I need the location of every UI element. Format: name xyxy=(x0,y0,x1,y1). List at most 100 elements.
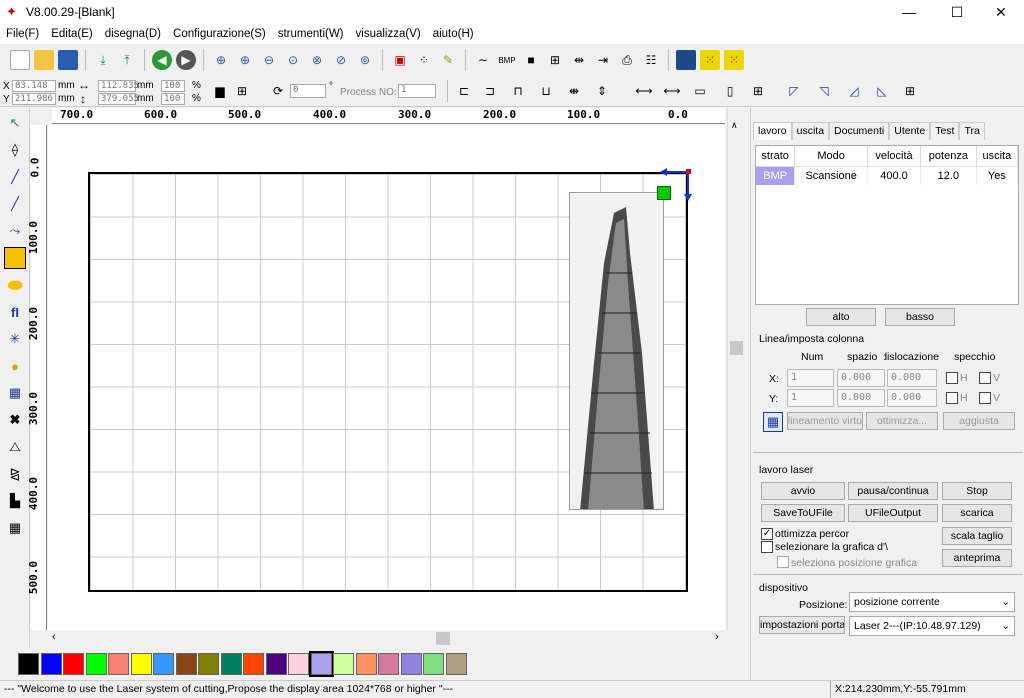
table-row[interactable]: BMP Scansione 400.0 12.0 Yes xyxy=(756,166,1019,185)
properties-icon[interactable]: ☷ xyxy=(641,50,661,70)
color-swatch[interactable] xyxy=(40,653,62,675)
scale-x-input[interactable]: 100 xyxy=(161,80,185,92)
layer-cell[interactable]: BMP xyxy=(756,166,796,185)
zoom-page-icon[interactable]: ⊘ xyxy=(331,50,351,70)
grid-dots-icon[interactable]: ⁙ xyxy=(700,50,720,70)
delete-icon[interactable]: ✖ xyxy=(4,409,26,431)
download-button[interactable]: scarica xyxy=(942,504,1012,522)
same-width-icon[interactable]: ⟷ xyxy=(634,81,654,101)
grid-align-icon[interactable]: ⊞ xyxy=(748,81,768,101)
tab-documenti[interactable]: Documenti xyxy=(829,122,890,140)
virtual-array-button[interactable]: allineamento virtu xyxy=(787,412,863,430)
color-swatch[interactable] xyxy=(220,653,242,675)
vscroll-thumb[interactable] xyxy=(730,341,743,355)
save-u-file-button[interactable]: SaveToUFile xyxy=(761,504,845,522)
array-x-space-input[interactable]: 0.000 xyxy=(837,369,885,387)
square-icon[interactable]: ■ xyxy=(521,50,541,70)
y-position-input[interactable]: 211.986 xyxy=(12,93,56,105)
process-no-input[interactable]: 1 xyxy=(398,84,436,98)
open-folder-icon[interactable] xyxy=(34,50,54,70)
color-swatch[interactable] xyxy=(308,651,334,677)
menu-tools[interactable]: strumenti(W) xyxy=(272,28,350,40)
same-size-icon[interactable]: ▭ xyxy=(690,81,710,101)
power-cell[interactable]: 12.0 xyxy=(920,166,977,185)
menu-help[interactable]: aiuto(H) xyxy=(427,28,480,40)
align-left-icon[interactable]: ⊏ xyxy=(454,81,474,101)
color-swatch[interactable] xyxy=(378,653,399,675)
menu-config[interactable]: Configurazione(S) xyxy=(167,28,272,40)
hscroll-thumb[interactable] xyxy=(436,632,450,645)
color-swatch[interactable] xyxy=(175,653,197,675)
preview-button[interactable]: anteprima xyxy=(942,549,1012,567)
bitmap-icon[interactable]: BMP xyxy=(497,50,517,70)
stop-button[interactable]: Stop xyxy=(942,482,1012,500)
array-grid-icon[interactable]: ▦ xyxy=(763,412,783,432)
scale-cut-button[interactable]: scala taglio xyxy=(942,527,1012,545)
speed-cell[interactable]: 400.0 xyxy=(867,166,922,185)
import-icon[interactable]: ⤓ xyxy=(93,50,113,70)
color-swatch[interactable] xyxy=(85,653,107,675)
zoom-out-icon[interactable]: ⊖ xyxy=(259,50,279,70)
color-swatch[interactable] xyxy=(445,653,467,675)
color-swatch[interactable] xyxy=(18,653,39,675)
output-cell[interactable]: Yes xyxy=(976,166,1019,185)
ellipse-icon[interactable]: ⬬ xyxy=(4,274,26,296)
zoom-in-icon[interactable]: ⊕ xyxy=(235,50,255,70)
distribute-icon[interactable]: ⇹ xyxy=(569,50,589,70)
align-hcenter-icon[interactable]: ⇼ xyxy=(564,81,584,101)
align-top-icon[interactable]: ⊓ xyxy=(508,81,528,101)
rectangle-select-icon[interactable]: ▣ xyxy=(390,50,410,70)
horizontal-scrollbar[interactable]: ‹ › xyxy=(48,630,725,647)
color-swatch[interactable] xyxy=(265,653,287,675)
vertical-scrollbar[interactable]: ∧ xyxy=(727,108,744,630)
mirror-h-icon[interactable]: ⧍ xyxy=(4,436,26,458)
lock-ratio-icon[interactable]: ▆ xyxy=(210,81,230,101)
corner-br-icon[interactable]: ◿ xyxy=(844,81,864,101)
center-icon[interactable]: ⊞ xyxy=(900,81,920,101)
rectangle-icon[interactable] xyxy=(4,247,26,269)
curve-draw-icon[interactable]: ⤳ xyxy=(4,220,26,242)
port-settings-button[interactable]: impostazioni porta xyxy=(759,616,845,634)
smooth-curve-icon[interactable]: ✎ xyxy=(438,50,458,70)
tab-utente[interactable]: Utente xyxy=(889,122,931,140)
corner-tl-icon[interactable]: ◸ xyxy=(784,81,804,101)
array-x-disloc-input[interactable]: 0.000 xyxy=(887,369,937,387)
drawing-canvas[interactable] xyxy=(48,125,725,630)
align-icon[interactable]: ⇥ xyxy=(593,50,613,70)
mirror-v-icon[interactable]: ⧎ xyxy=(4,463,26,485)
color-swatch[interactable] xyxy=(130,653,152,675)
zoom-all-icon[interactable]: ⊗ xyxy=(307,50,327,70)
tab-tra[interactable]: Tra xyxy=(959,122,985,140)
array-y-disloc-input[interactable]: 0.000 xyxy=(887,389,937,407)
select-position-checkbox[interactable] xyxy=(777,556,789,568)
array-x-mirror-h[interactable] xyxy=(946,372,958,384)
move-up-button[interactable]: alto xyxy=(806,308,876,326)
scroll-up-icon[interactable]: ∧ xyxy=(731,120,738,131)
position-select[interactable]: posizione corrente ⌄ xyxy=(849,592,1015,612)
color-swatch[interactable] xyxy=(400,653,422,675)
mode-cell[interactable]: Scansione xyxy=(794,166,868,185)
align-bottom-icon[interactable]: ⊔ xyxy=(536,81,556,101)
height-input[interactable]: 379.055 xyxy=(98,93,139,105)
width-input[interactable]: 112.835 xyxy=(98,80,139,92)
node-select-icon[interactable]: ⟠ xyxy=(4,139,26,161)
rotation-input[interactable]: 0 xyxy=(290,84,326,98)
undo-icon[interactable]: ◀ xyxy=(152,50,172,70)
color-swatch[interactable] xyxy=(108,653,129,675)
scroll-right-icon[interactable]: › xyxy=(715,631,719,643)
array-y-num-input[interactable]: 1 xyxy=(787,389,834,407)
rotate-icon[interactable]: ⟳ xyxy=(268,81,288,101)
redo-icon[interactable]: ▶ xyxy=(176,50,196,70)
minimize-button[interactable]: — xyxy=(886,0,932,24)
curve-icon[interactable]: ∼ xyxy=(473,50,493,70)
corner-tr-icon[interactable]: ◹ xyxy=(814,81,834,101)
color-swatch[interactable] xyxy=(198,653,219,675)
tab-lavoro[interactable]: lavoro xyxy=(753,122,792,140)
array-y-space-input[interactable]: 0.000 xyxy=(837,389,885,407)
maximize-button[interactable]: ☐ xyxy=(934,0,980,24)
array-y-mirror-v[interactable] xyxy=(979,392,991,404)
move-down-button[interactable]: basso xyxy=(885,308,955,326)
point-icon[interactable]: ✳ xyxy=(4,328,26,350)
tab-test[interactable]: Test xyxy=(930,122,960,140)
grid-icon[interactable]: ▦ xyxy=(4,517,26,539)
